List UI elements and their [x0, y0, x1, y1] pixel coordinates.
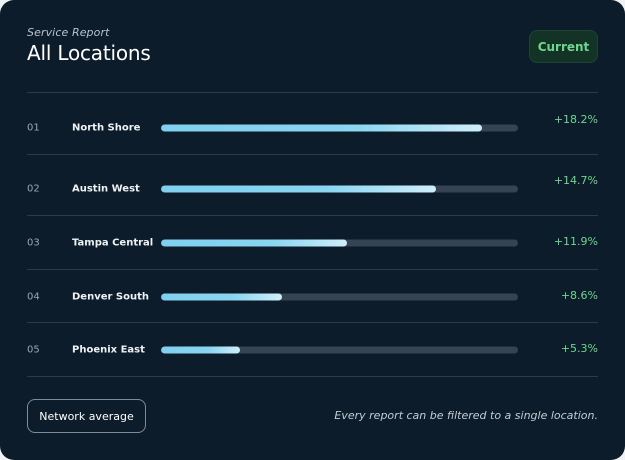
location-name: Denver South [72, 291, 150, 302]
progress-track [161, 185, 518, 192]
divider [27, 154, 598, 155]
location-row[interactable]: 05 Phoenix East +5.3% [27, 323, 598, 376]
progress-fill [161, 124, 483, 131]
row-index: 05 [27, 344, 40, 355]
location-row[interactable]: 04 Denver South +8.6% [27, 270, 598, 323]
progress-track [161, 293, 518, 300]
row-index: 04 [27, 291, 40, 302]
progress-fill [161, 185, 436, 192]
location-row[interactable]: 02 Austin West +14.7% [27, 162, 598, 215]
change-value: +11.9% [553, 235, 598, 248]
progress-track [161, 239, 518, 246]
change-value: +8.6% [560, 289, 598, 302]
row-index: 01 [27, 122, 40, 133]
change-value: +14.7% [553, 174, 598, 187]
page-title: All Locations [27, 41, 151, 65]
location-row[interactable]: 01 North Shore +18.2% [27, 101, 598, 154]
footer-note: Every report can be filtered to a single… [334, 409, 598, 422]
location-row[interactable]: 03 Tampa Central +11.9% [27, 216, 598, 269]
divider [27, 376, 598, 377]
location-name: Phoenix East [72, 344, 145, 355]
progress-fill [161, 293, 283, 300]
location-name: Tampa Central [72, 237, 154, 248]
location-name: Austin West [72, 183, 140, 194]
report-subtitle: Service Report [27, 26, 110, 39]
network-average-button[interactable]: Network average [27, 399, 146, 433]
change-value: +18.2% [553, 113, 598, 126]
current-button[interactable]: Current [529, 30, 598, 63]
progress-track [161, 124, 518, 131]
change-value: +5.3% [560, 342, 598, 355]
location-name: North Shore [72, 122, 141, 133]
service-report-card: Service Report All Locations Current 01 … [0, 0, 625, 460]
progress-track [161, 346, 518, 353]
progress-fill [161, 346, 240, 353]
divider [27, 92, 598, 93]
row-index: 03 [27, 237, 40, 248]
progress-fill [161, 239, 347, 246]
row-index: 02 [27, 183, 40, 194]
